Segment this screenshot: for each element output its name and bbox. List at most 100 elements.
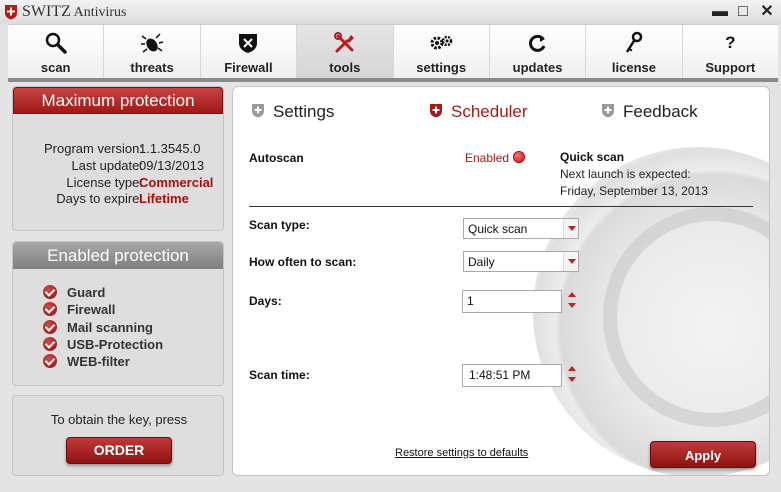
scan-type-select[interactable]: Quick scan bbox=[463, 218, 579, 239]
apply-button[interactable]: Apply bbox=[650, 441, 756, 468]
arrow-up-icon[interactable] bbox=[568, 366, 576, 371]
chevron-down-icon bbox=[563, 219, 578, 238]
tools-icon bbox=[333, 32, 354, 53]
tab-tools-label: tools bbox=[329, 60, 361, 75]
enabled-protection-panel: Enabled protection Guard Firewall Mail s… bbox=[12, 241, 224, 386]
next-launch-date: Friday, September 13, 2013 bbox=[560, 184, 708, 198]
autoscan-label: Autoscan bbox=[249, 151, 304, 165]
minimize-button[interactable]: ▬ bbox=[710, 2, 730, 22]
protection-item-web: WEB-filter bbox=[43, 354, 130, 369]
order-text: To obtain the key, press bbox=[50, 412, 188, 427]
chevron-down-icon bbox=[563, 252, 578, 271]
days-stepper[interactable] bbox=[565, 290, 579, 312]
scheduler-panel: Settings Scheduler Feedback Autoscan Ena… bbox=[232, 86, 770, 476]
arrow-down-icon[interactable] bbox=[568, 377, 576, 382]
check-icon bbox=[43, 285, 57, 299]
toolbar-divider bbox=[8, 78, 778, 82]
enabled-protection-title: Enabled protection bbox=[13, 242, 223, 269]
info-key: Days to expire: bbox=[56, 191, 143, 206]
autoscan-status: Enabled bbox=[465, 151, 510, 165]
protection-item-firewall: Firewall bbox=[43, 302, 116, 317]
protection-item-usb: USB-Protection bbox=[43, 337, 164, 352]
subtab-settings[interactable]: Settings bbox=[251, 102, 334, 122]
tab-settings[interactable]: settings bbox=[393, 25, 490, 78]
quick-scan-title: Quick scan bbox=[560, 150, 625, 164]
title-product: Antivirus bbox=[70, 5, 127, 20]
protection-label: WEB-filter bbox=[67, 354, 130, 369]
title-bar: SWITZ Antivirus ▬ □ ✕ bbox=[0, 0, 781, 24]
refresh-icon bbox=[528, 34, 545, 52]
bug-icon bbox=[141, 33, 164, 53]
protection-label: Mail scanning bbox=[67, 320, 153, 335]
scan-type-value: Quick scan bbox=[468, 222, 528, 236]
order-panel: To obtain the key, press ORDER bbox=[12, 395, 224, 476]
info-key: License type: bbox=[66, 175, 143, 190]
subtab-settings-label: Settings bbox=[273, 102, 335, 121]
info-key: Program version: bbox=[44, 141, 143, 156]
main-toolbar: scan threats Firewall tools settings upd… bbox=[8, 24, 778, 78]
license-type-value: Commercial bbox=[139, 175, 214, 190]
tab-scan[interactable]: scan bbox=[8, 25, 105, 78]
subtab-scheduler-label: Scheduler bbox=[451, 102, 528, 121]
tab-license[interactable]: license bbox=[586, 25, 683, 78]
tab-updates-label: updates bbox=[512, 60, 563, 75]
protection-item-guard: Guard bbox=[43, 285, 106, 300]
days-input[interactable]: 1 bbox=[462, 290, 562, 313]
how-often-select[interactable]: Daily bbox=[463, 251, 579, 272]
scan-time-input[interactable]: 1:48:51 PM bbox=[462, 364, 562, 387]
restore-defaults-link[interactable]: Restore settings to defaults bbox=[395, 447, 528, 459]
tab-license-label: license bbox=[611, 60, 656, 75]
days-to-expire-value: Lifetime bbox=[139, 191, 189, 206]
enabled-indicator-icon[interactable] bbox=[514, 152, 524, 162]
shield-gray-icon bbox=[602, 104, 614, 118]
shield-red-icon bbox=[430, 104, 442, 118]
title-brand: SWITZ bbox=[22, 3, 71, 20]
check-icon bbox=[43, 354, 57, 368]
subtab-scheduler[interactable]: Scheduler bbox=[429, 102, 528, 122]
question-icon: ? bbox=[725, 33, 736, 52]
tab-settings-label: settings bbox=[416, 60, 467, 75]
days-value: 1 bbox=[467, 294, 474, 308]
magnifier-icon bbox=[45, 32, 67, 54]
shield-gray-icon bbox=[252, 104, 264, 118]
scan-type-label: Scan type: bbox=[249, 218, 310, 232]
how-often-label: How often to scan: bbox=[249, 255, 357, 269]
tab-updates[interactable]: updates bbox=[489, 25, 587, 78]
protection-item-mail: Mail scanning bbox=[43, 320, 153, 335]
subtab-feedback[interactable]: Feedback bbox=[601, 102, 698, 122]
check-icon bbox=[43, 302, 57, 316]
tab-tools[interactable]: tools bbox=[297, 25, 394, 78]
days-label: Days: bbox=[249, 294, 282, 308]
tab-threats-label: threats bbox=[130, 60, 174, 75]
protection-label: Guard bbox=[67, 285, 106, 300]
last-update-value: 09/13/2013 bbox=[139, 158, 205, 173]
subtab-feedback-label: Feedback bbox=[623, 102, 698, 121]
close-button[interactable]: ✕ bbox=[757, 2, 777, 22]
tab-firewall-label: Firewall bbox=[224, 60, 273, 75]
shield-icon bbox=[239, 34, 258, 53]
tab-scan-label: scan bbox=[40, 60, 71, 75]
max-protection-title: Maximum protection bbox=[13, 87, 223, 114]
tab-firewall[interactable]: Firewall bbox=[200, 25, 298, 78]
maximize-button[interactable]: □ bbox=[733, 2, 753, 22]
tab-support-label: Support bbox=[705, 60, 756, 75]
arrow-up-icon[interactable] bbox=[568, 292, 576, 297]
next-launch-label: Next launch is expected: bbox=[560, 167, 691, 181]
scan-time-stepper[interactable] bbox=[565, 364, 579, 386]
gears-icon bbox=[430, 35, 453, 50]
max-protection-panel: Maximum protection Program version: 1.1.3… bbox=[12, 86, 224, 231]
protection-label: USB-Protection bbox=[67, 337, 164, 352]
order-button[interactable]: ORDER bbox=[66, 437, 172, 464]
scan-time-label: Scan time: bbox=[249, 368, 310, 382]
tab-threats[interactable]: threats bbox=[104, 25, 201, 78]
arrow-down-icon[interactable] bbox=[568, 303, 576, 308]
swiss-shield-icon bbox=[5, 5, 17, 20]
protection-label: Firewall bbox=[67, 302, 116, 317]
key-icon bbox=[625, 31, 643, 53]
check-icon bbox=[43, 320, 57, 334]
how-often-value: Daily bbox=[468, 255, 495, 269]
check-icon bbox=[43, 337, 57, 351]
program-version-value: 1.1.3545.0 bbox=[139, 141, 201, 156]
scan-time-value: 1:48:51 PM bbox=[469, 368, 531, 382]
tab-support[interactable]: ? Support bbox=[682, 25, 778, 78]
